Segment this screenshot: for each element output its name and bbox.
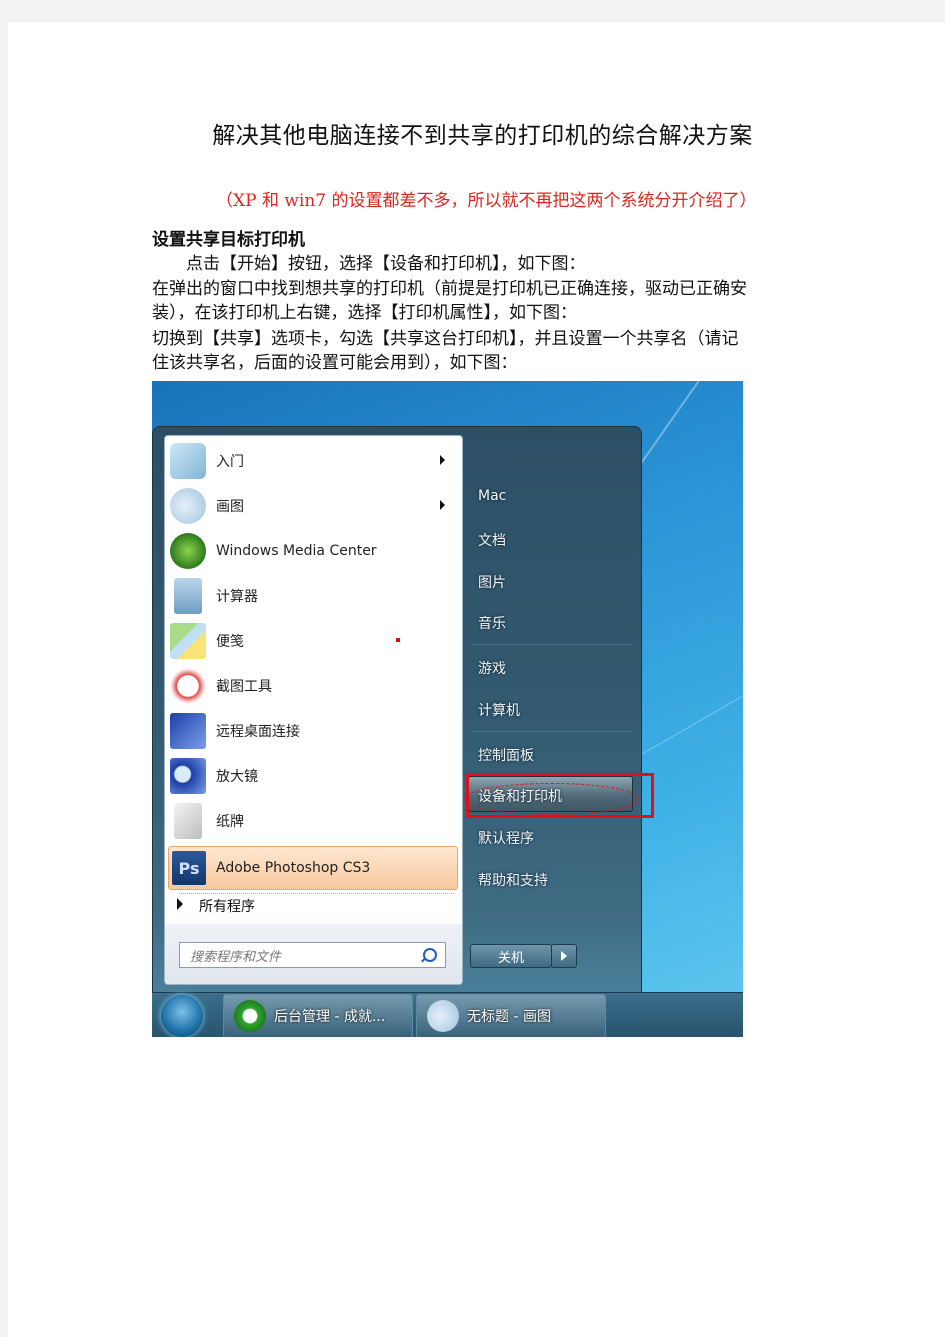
taskbar-button-paint[interactable]: 无标题 - 画图 bbox=[416, 994, 606, 1037]
magnifier-icon bbox=[170, 758, 206, 794]
start-menu: 入门 画图 Windows Media Center 计算器 便笺 截图工具 远… bbox=[152, 426, 642, 993]
shutdown-options-button[interactable] bbox=[551, 944, 577, 968]
menu-item-music[interactable]: 音乐 bbox=[478, 613, 506, 633]
paragraph-line: 点击【开始】按钮，选择【设备和打印机】，如下图： bbox=[152, 254, 586, 274]
submenu-arrow-icon bbox=[440, 500, 445, 510]
section-heading: 设置共享目标打印机 bbox=[152, 230, 305, 250]
paragraph-line: 住该共享名，后面的设置可能会用到），如下图： bbox=[152, 353, 518, 373]
solitaire-icon bbox=[174, 803, 202, 839]
sticky-notes-icon bbox=[170, 623, 206, 659]
annotation-dot bbox=[396, 638, 400, 642]
menu-item-computer[interactable]: 计算机 bbox=[478, 700, 520, 720]
taskbar-button-label: 无标题 - 画图 bbox=[467, 1009, 551, 1025]
menu-item-user-folder[interactable]: Mac bbox=[478, 488, 506, 504]
menu-item-control-panel[interactable]: 控制面板 bbox=[478, 745, 534, 765]
document-title: 解决其他电脑连接不到共享的打印机的综合解决方案 bbox=[212, 123, 753, 149]
divider bbox=[471, 644, 631, 645]
getting-started-icon bbox=[170, 443, 206, 479]
shutdown-button[interactable]: 关机 bbox=[470, 944, 552, 968]
menu-item-label: 放大镜 bbox=[216, 769, 258, 785]
menu-item-label: 画图 bbox=[216, 499, 244, 515]
menu-item-label: Windows Media Center bbox=[216, 543, 377, 559]
search-input[interactable]: 搜索程序和文件 bbox=[179, 942, 446, 968]
menu-item-label: 便笺 bbox=[216, 634, 244, 650]
document-subtitle: （XP 和 win7 的设置都差不多，所以就不再把这两个系统分开介绍了） bbox=[216, 191, 757, 211]
remote-desktop-icon bbox=[170, 713, 206, 749]
search-icon[interactable] bbox=[423, 948, 437, 962]
menu-item-magnifier[interactable]: 放大镜 bbox=[167, 755, 459, 797]
menu-item-label: 截图工具 bbox=[216, 679, 272, 695]
submenu-arrow-icon bbox=[440, 455, 445, 465]
paragraph-line: 切换到【共享】选项卡，勾选【共享这台打印机】，并且设置一个共享名（请记 bbox=[152, 329, 739, 349]
menu-item-documents[interactable]: 文档 bbox=[478, 530, 506, 550]
menu-item-label: 入门 bbox=[216, 454, 244, 470]
menu-item-solitaire[interactable]: 纸牌 bbox=[167, 800, 459, 842]
photoshop-icon: Ps bbox=[172, 851, 206, 885]
taskbar: 后台管理 - 成就... 无标题 - 画图 bbox=[152, 992, 743, 1037]
menu-item-photoshop[interactable]: Ps Adobe Photoshop CS3 bbox=[168, 846, 458, 890]
start-button-windows-icon[interactable] bbox=[161, 995, 203, 1037]
menu-item-label: Adobe Photoshop CS3 bbox=[216, 860, 371, 876]
menu-item-label: 计算器 bbox=[216, 589, 258, 605]
divider bbox=[179, 893, 454, 894]
menu-item-remote-desktop[interactable]: 远程桌面连接 bbox=[167, 710, 459, 752]
snipping-tool-icon bbox=[170, 668, 206, 704]
paragraph-line: 在弹出的窗口中找到想共享的打印机（前提是打印机已正确连接，驱动已正确安 bbox=[152, 279, 747, 299]
start-menu-screenshot: 入门 画图 Windows Media Center 计算器 便笺 截图工具 远… bbox=[152, 381, 743, 1037]
paragraph-line: 装），在该打印机上右键，选择【打印机属性】，如下图： bbox=[152, 303, 577, 323]
paint-palette-icon bbox=[170, 488, 206, 524]
search-placeholder: 搜索程序和文件 bbox=[190, 949, 282, 965]
menu-item-calculator[interactable]: 计算器 bbox=[167, 575, 459, 617]
menu-item-snipping-tool[interactable]: 截图工具 bbox=[167, 665, 459, 707]
menu-item-label: 远程桌面连接 bbox=[216, 724, 300, 740]
taskbar-button-ie[interactable]: 后台管理 - 成就... bbox=[223, 994, 413, 1037]
menu-item-default-programs[interactable]: 默认程序 bbox=[478, 828, 534, 848]
all-programs-arrow-icon bbox=[177, 898, 183, 910]
menu-item-games[interactable]: 游戏 bbox=[478, 658, 506, 678]
start-menu-programs-pane: 入门 画图 Windows Media Center 计算器 便笺 截图工具 远… bbox=[164, 435, 463, 985]
menu-item-paint[interactable]: 画图 bbox=[167, 485, 459, 527]
menu-item-label: 纸牌 bbox=[216, 814, 244, 830]
calculator-icon bbox=[174, 578, 202, 614]
paint-palette-icon bbox=[427, 1000, 459, 1032]
all-programs-button[interactable]: 所有程序 bbox=[199, 896, 255, 916]
media-center-icon bbox=[170, 533, 206, 569]
menu-item-help-support[interactable]: 帮助和支持 bbox=[478, 870, 548, 890]
menu-item-pictures[interactable]: 图片 bbox=[478, 572, 506, 592]
menu-item-getting-started[interactable]: 入门 bbox=[167, 440, 459, 482]
menu-item-sticky-notes[interactable]: 便笺 bbox=[167, 620, 459, 662]
start-menu-places-pane: Mac 文档 图片 音乐 游戏 计算机 控制面板 设备和打印机 默认程序 帮助和… bbox=[465, 427, 635, 987]
annotation-ellipse bbox=[464, 783, 639, 815]
menu-item-media-center[interactable]: Windows Media Center bbox=[167, 530, 459, 572]
ie-icon bbox=[234, 1000, 266, 1032]
divider bbox=[471, 731, 631, 732]
taskbar-button-label: 后台管理 - 成就... bbox=[274, 1009, 386, 1025]
